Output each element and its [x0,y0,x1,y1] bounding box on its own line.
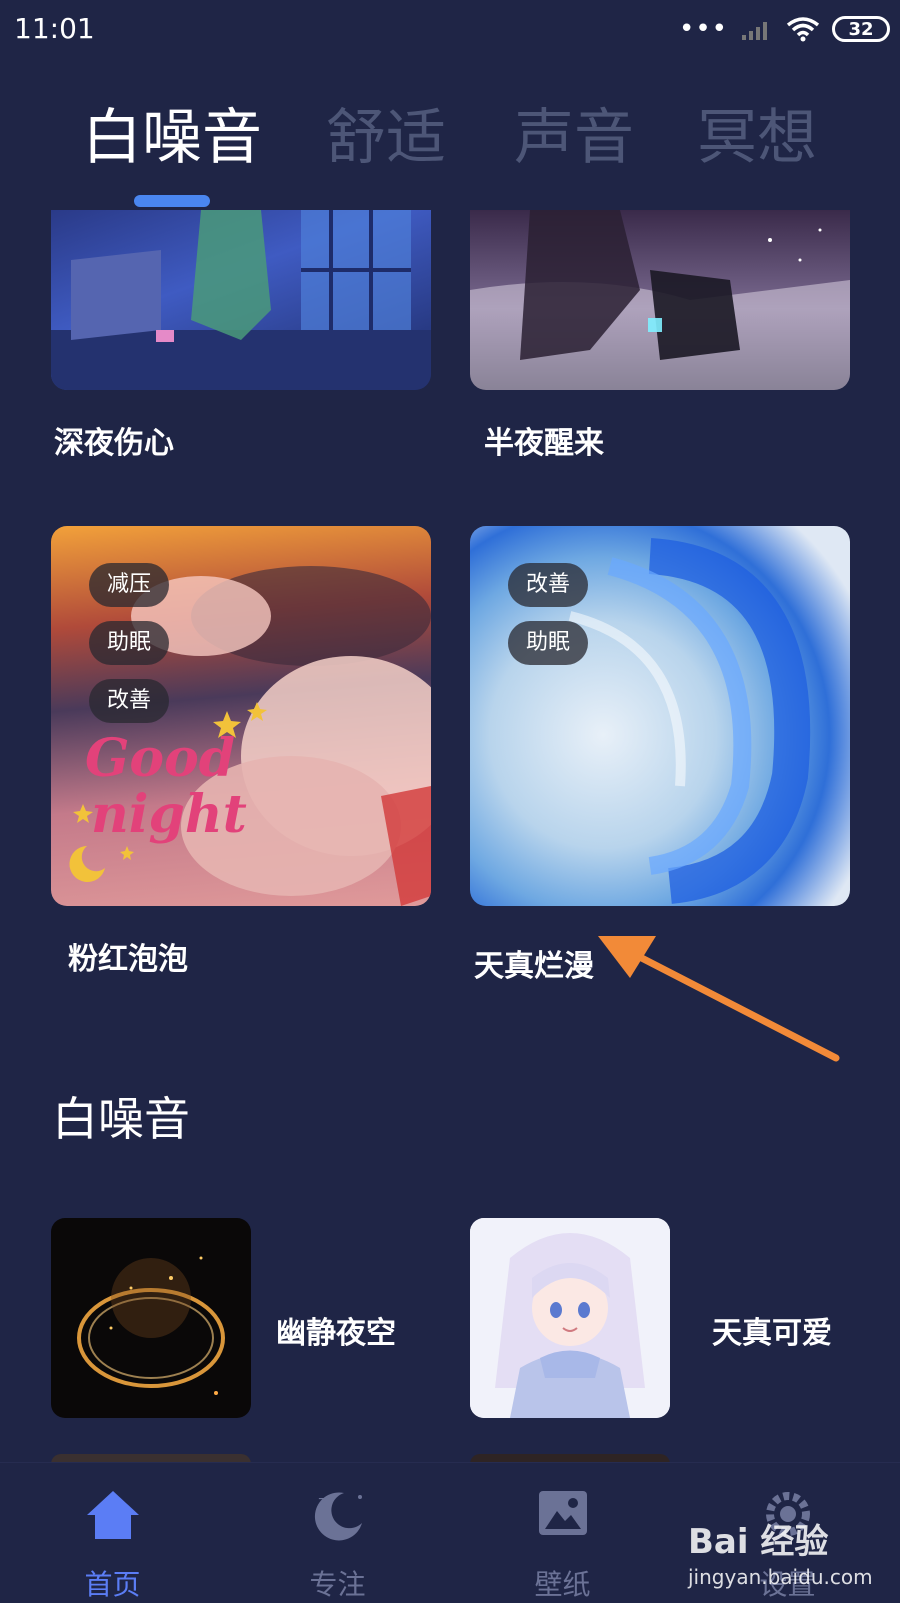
tab-comfort[interactable]: 舒适 [326,98,446,178]
wifi-icon [786,17,820,42]
tag-badge: 助眠 [508,621,589,665]
nav-label: 首页 [84,1568,141,1601]
more-dots-icon: ••• [678,14,728,44]
tab-sound[interactable]: 声音 [514,98,634,178]
night-bedroom-illustration [470,210,850,390]
moon-icon: z [314,1492,362,1541]
section-title: 白噪音 [52,1092,190,1146]
nav-label: 专注 [309,1568,366,1601]
tab-indicator [134,195,210,207]
nav-item-focus[interactable]: z 专注 [225,1463,450,1601]
card-title[interactable]: 半夜醒来 [484,418,604,462]
good-night-art-text: Good night [85,731,247,843]
watermark-brand: Bai 经验 [688,1522,829,1562]
tag-badge: 改善 [89,679,170,723]
list-item-cute-innocent-thumb[interactable] [470,1218,670,1418]
card-title[interactable]: 天真烂漫 [474,941,594,985]
card-pink-bubbles-image[interactable]: Good night 减压 助眠 改善 [51,526,431,906]
art-text-line: Good [85,728,236,789]
nav-item-wallpaper[interactable]: 壁纸 [450,1463,675,1601]
battery-level: 32 [848,18,874,40]
card-title[interactable]: 粉红泡泡 [68,934,188,978]
annotation-arrow [598,936,840,1062]
card-innocent-romance-image[interactable]: 改善 助眠 [470,526,850,906]
battery-indicator: 32 [832,16,890,42]
list-item-quiet-night-sky-thumb[interactable] [51,1218,251,1418]
list-item-title[interactable]: 天真可爱 [712,1308,832,1352]
tab-white-noise[interactable]: 白噪音 [82,98,262,178]
tag-badge: 减压 [89,563,170,607]
tab-meditation[interactable]: 冥想 [697,98,817,178]
watermark-url: jingyan.baidu.com [688,1565,873,1589]
bedroom-scene-illustration [51,210,431,390]
svg-text:z: z [318,1492,326,1511]
golden-ring-illustration [77,1256,225,1395]
nav-label: 壁纸 [534,1568,591,1601]
signal-icon [742,22,767,40]
baidu-watermark: Bai 经验 jingyan.baidu.com [688,1514,873,1589]
card-midnight-wake-image[interactable] [470,210,850,390]
status-icons: ••• 32 [679,14,890,44]
image-icon [538,1491,587,1535]
nav-item-home[interactable]: 首页 [0,1463,225,1601]
list-item-title[interactable]: 幽静夜空 [276,1308,396,1352]
card-late-night-sad-image[interactable] [51,210,431,390]
status-time: 11:01 [14,12,95,45]
tag-badge: 改善 [508,563,589,607]
art-text-line: night [91,784,247,845]
home-icon [86,1491,139,1539]
anime-girl-illustration [470,1218,670,1418]
tag-badge: 助眠 [89,621,170,665]
card-title[interactable]: 深夜伤心 [54,418,174,462]
